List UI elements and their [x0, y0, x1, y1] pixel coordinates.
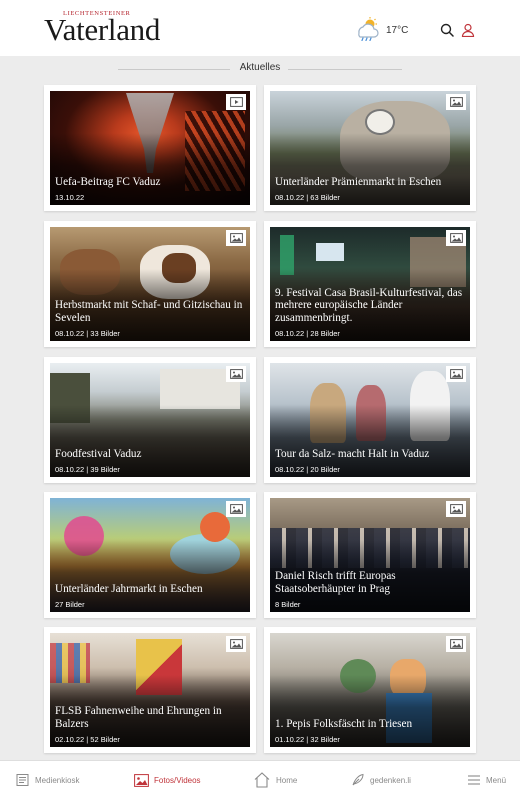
card-title: FLSB Fahnenweihe und Ehrungen in Balzers — [55, 705, 222, 730]
app-header: LIECHTENSTEINER Vaterland 17°C — [0, 0, 520, 56]
card-flsb-fahnenweihe[interactable]: FLSB Fahnenweihe und Ehrungen in Balzers… — [44, 627, 256, 753]
hamburger-icon — [468, 775, 480, 785]
nav-label: Menü — [486, 775, 507, 785]
video-icon — [226, 94, 246, 110]
card-meta: 27 Bilder — [55, 600, 85, 609]
gallery-icon — [446, 366, 466, 382]
vaterland-logo[interactable]: LIECHTENSTEINER Vaterland — [44, 10, 184, 46]
cloud-sun-rain-icon — [354, 17, 380, 42]
user-icon[interactable] — [461, 23, 475, 38]
card-meta: 13.10.22 — [55, 193, 85, 202]
gallery-icon — [446, 94, 466, 110]
gallery-icon — [226, 230, 246, 246]
card-meta: 08.10.22 | 39 Bilder — [55, 465, 120, 474]
nav-label: Home — [276, 775, 298, 785]
card-festival-casa-brasil[interactable]: 9. Festival Casa Brasil-Kulturfestival, … — [264, 221, 476, 347]
card-meta: 08.10.22 | 63 Bilder — [275, 193, 340, 202]
card-title: Unterländer Jahrmarkt in Eschen — [55, 582, 203, 595]
nav-label: Medienkiosk — [35, 775, 80, 785]
gallery-icon — [446, 636, 466, 652]
home-icon — [254, 772, 270, 788]
gallery-icon — [226, 501, 246, 517]
card-jahrmarkt-eschen[interactable]: Unterländer Jahrmarkt in Eschen 27 Bilde… — [44, 492, 256, 618]
card-tour-da-salz[interactable]: Tour da Salz- macht Halt in Vaduz 08.10.… — [264, 357, 476, 483]
gallery-icon — [446, 501, 466, 517]
card-herbstmarkt-sevelen[interactable]: Herbstmarkt mit Schaf- und Gitzischau in… — [44, 221, 256, 347]
card-title: 1. Pepis Folksfäscht in Triesen — [275, 717, 413, 730]
section-divider-right — [288, 69, 402, 70]
nav-item-gedenken[interactable]: gedenken.li — [351, 770, 411, 790]
card-title: Daniel Risch trifft Europas Staatsoberhä… — [275, 570, 396, 595]
logo-wordmark: Vaterland — [44, 12, 161, 47]
gallery-icon — [226, 366, 246, 382]
card-title: 9. Festival Casa Brasil-Kulturfestival, … — [275, 286, 463, 324]
card-praemienmarkt-eschen[interactable]: Unterländer Prämienmarkt in Eschen 08.10… — [264, 85, 476, 211]
card-title: Uefa-Beitrag FC Vaduz — [55, 175, 161, 188]
card-meta: 8 Bilder — [275, 600, 301, 609]
nav-label: Fotos/Videos — [154, 775, 201, 785]
search-icon[interactable] — [440, 23, 454, 37]
card-title: Herbstmarkt mit Schaf- und Gitzischau in… — [55, 299, 243, 324]
nav-item-medienkiosk[interactable]: Medienkiosk — [16, 770, 79, 790]
card-title: Tour da Salz- macht Halt in Vaduz — [275, 447, 430, 460]
card-pepis-folksfaescht[interactable]: 1. Pepis Folksfäscht in Triesen 01.10.22… — [264, 627, 476, 753]
nav-item-fotos-videos[interactable]: Fotos/Videos — [134, 770, 201, 790]
section-title: Aktuelles — [239, 62, 281, 73]
bottom-navigation: Medienkiosk Fotos/Videos Home gedenken.l… — [0, 760, 520, 800]
card-meta: 02.10.22 | 52 Bilder — [55, 735, 120, 744]
card-daniel-risch-prag[interactable]: Daniel Risch trifft Europas Staatsoberhä… — [264, 492, 476, 618]
feather-icon — [352, 773, 364, 786]
card-foodfestival-vaduz[interactable]: Foodfestival Vaduz 08.10.22 | 39 Bilder — [44, 357, 256, 483]
card-meta: 01.10.22 | 32 Bilder — [275, 735, 340, 744]
nav-label: gedenken.li — [370, 775, 411, 785]
temperature: 17°C — [386, 25, 409, 36]
card-uefa-beitrag[interactable]: Uefa-Beitrag FC Vaduz 13.10.22 — [44, 85, 256, 211]
nav-item-home[interactable]: Home — [253, 768, 297, 792]
newspaper-icon — [16, 774, 29, 786]
card-meta: 08.10.22 | 28 Bilder — [275, 329, 340, 338]
nav-item-menue[interactable]: Menü — [467, 770, 506, 790]
card-title: Foodfestival Vaduz — [55, 447, 142, 460]
photo-icon — [134, 773, 149, 787]
gallery-icon — [446, 230, 466, 246]
card-title: Unterländer Prämienmarkt in Eschen — [275, 175, 442, 188]
card-meta: 08.10.22 | 33 Bilder — [55, 329, 120, 338]
gallery-icon — [226, 636, 246, 652]
card-meta: 08.10.22 | 20 Bilder — [275, 465, 340, 474]
